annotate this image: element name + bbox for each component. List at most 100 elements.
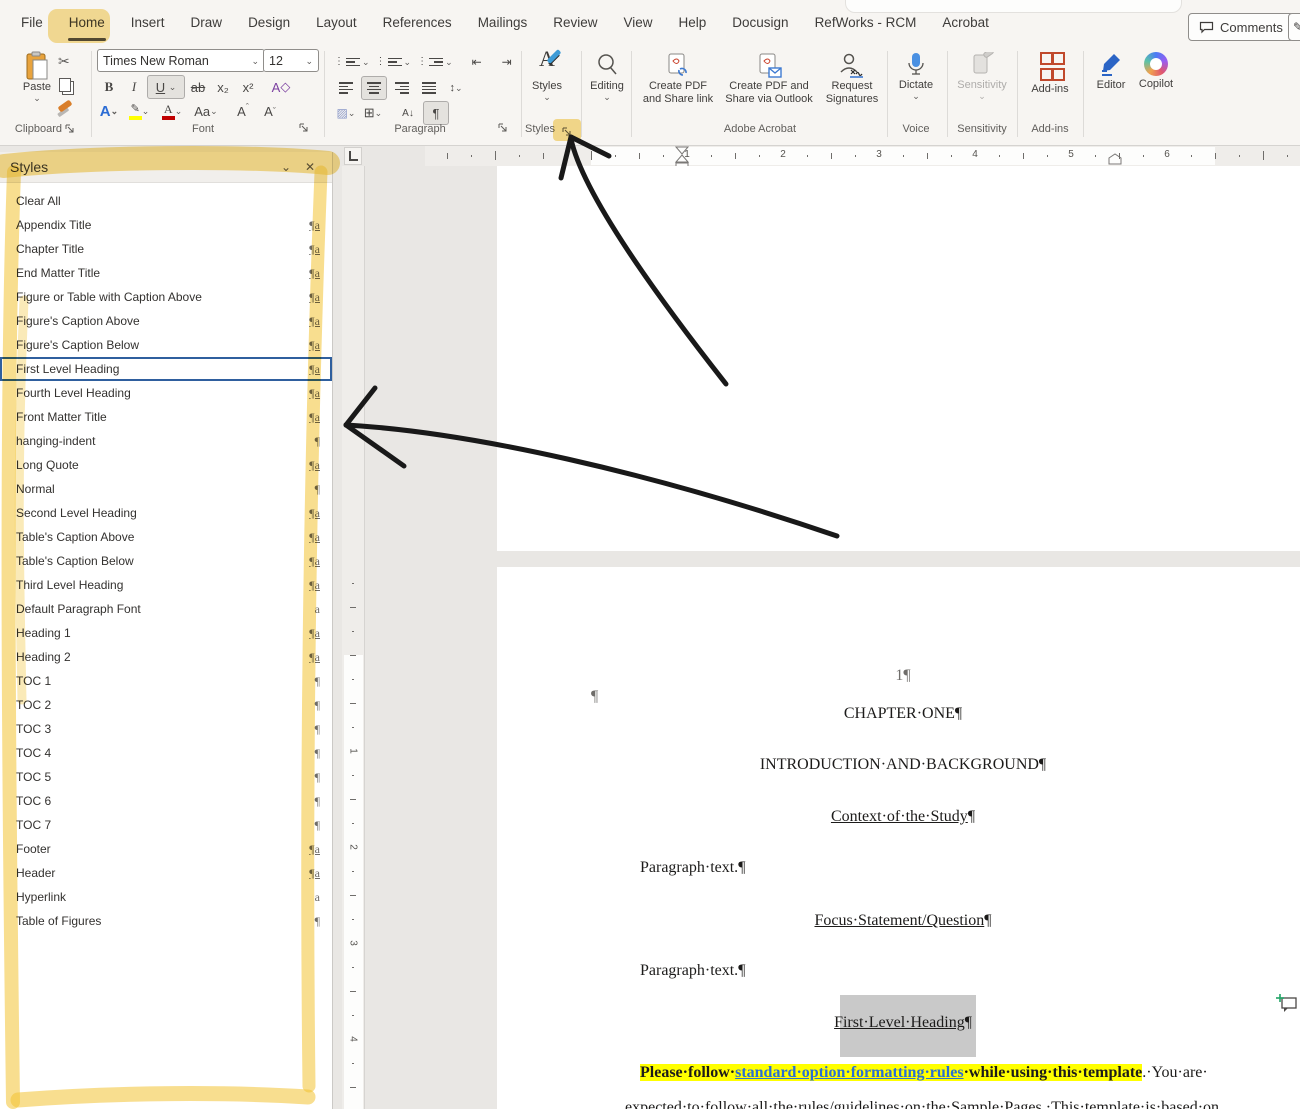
new-comment-indicator-icon[interactable] [1276,993,1298,1015]
chapter-heading[interactable]: CHAPTER·ONE¶ [591,705,1215,723]
style-item-figure-or-table-with-caption-above[interactable]: Figure or Table with Caption Above¶a [0,285,332,309]
paragraph-text-1[interactable]: Paragraph·text.¶ [640,859,745,877]
context-heading[interactable]: Context·of·the·Study¶ [591,808,1215,826]
tab-view[interactable]: View [610,0,665,45]
styles-pane-header[interactable]: Styles ⌄ ✕ [0,152,332,183]
style-item-default-paragraph-font[interactable]: Default Paragraph Fonta [0,597,332,621]
tab-refworks-rcm[interactable]: RefWorks - RCM [802,0,930,45]
italic-button[interactable]: I [122,76,146,98]
document-page-2[interactable]: 1¶ ¶ CHAPTER·ONE¶ INTRODUCTION·AND·BACKG… [497,567,1300,1109]
style-item-toc-5[interactable]: TOC 5¶ [0,765,332,789]
font-dialog-launcher[interactable] [299,123,309,133]
line-spacing-button[interactable]: ↕⌄ [444,77,468,99]
style-item-toc-6[interactable]: TOC 6¶ [0,789,332,813]
dictate-button[interactable]: Dictate ⌄ [894,52,938,100]
style-item-table-of-figures[interactable]: Table of Figures¶ [0,909,332,933]
superscript-button[interactable]: x² [236,76,260,98]
clear-formatting-button[interactable]: A◇ [269,76,293,98]
tab-help[interactable]: Help [666,0,720,45]
editing-button[interactable]: Editing ⌄ [586,52,628,101]
numbering-button[interactable]: ⋮⌄ [376,56,412,68]
tab-review[interactable]: Review [540,0,610,45]
style-item-normal[interactable]: Normal¶ [0,477,332,501]
style-item-appendix-title[interactable]: Appendix Title¶a [0,213,332,237]
style-item-header[interactable]: Header¶a [0,861,332,885]
tab-insert[interactable]: Insert [118,0,178,45]
style-item-long-quote[interactable]: Long Quote¶a [0,453,332,477]
partial-edge-button[interactable]: ✎ [1288,13,1300,41]
cut-button[interactable]: ✂ [58,53,70,70]
copy-button[interactable] [59,78,71,92]
style-item-table-s-caption-above[interactable]: Table's Caption Above¶a [0,525,332,549]
style-item-fourth-level-heading[interactable]: Fourth Level Heading¶a [0,381,332,405]
style-item-heading-1[interactable]: Heading 1¶a [0,621,332,645]
style-item-third-level-heading[interactable]: Third Level Heading¶a [0,573,332,597]
tab-references[interactable]: References [370,0,465,45]
bullets-button[interactable]: ⋮⌄ [334,56,370,68]
align-left-button[interactable] [334,77,358,99]
paste-button[interactable]: Paste ⌄ [14,51,60,102]
style-item-toc-1[interactable]: TOC 1¶ [0,669,332,693]
clipboard-dialog-launcher[interactable] [65,124,75,134]
editor-button[interactable]: Editor [1090,52,1132,92]
style-item-hanging-indent[interactable]: hanging-indent¶ [0,429,332,453]
style-item-figure-s-caption-above[interactable]: Figure's Caption Above¶a [0,309,332,333]
underline-button[interactable]: U ⌄ [147,75,185,99]
tab-layout[interactable]: Layout [303,0,370,45]
paragraph-dialog-launcher[interactable] [498,123,508,133]
font-size-combo[interactable]: 12 ⌄ [263,49,319,72]
decrease-indent-button[interactable]: ⇤ [465,51,489,73]
add-ins-button[interactable]: Add-ins [1024,52,1076,96]
style-item-toc-3[interactable]: TOC 3¶ [0,717,332,741]
subscript-button[interactable]: x₂ [211,76,235,98]
tab-acrobat[interactable]: Acrobat [929,0,1002,45]
request-signatures-button[interactable]: Request Signatures [820,52,884,106]
show-formatting-marks-button[interactable]: ¶ [423,101,449,125]
style-item-second-level-heading[interactable]: Second Level Heading¶a [0,501,332,525]
empty-paragraph-mark[interactable]: ¶ [591,688,598,706]
style-item-table-s-caption-below[interactable]: Table's Caption Below¶a [0,549,332,573]
style-item-front-matter-title[interactable]: Front Matter Title¶a [0,405,332,429]
style-item-heading-2[interactable]: Heading 2¶a [0,645,332,669]
tab-docusign[interactable]: Docusign [719,0,801,45]
style-item-figure-s-caption-below[interactable]: Figure's Caption Below¶a [0,333,332,357]
style-item-hyperlink[interactable]: Hyperlinka [0,885,332,909]
style-item-toc-4[interactable]: TOC 4¶ [0,741,332,765]
font-color-button[interactable]: A ⌄ [157,100,187,122]
multilevel-list-button[interactable]: ⋮⌄ [417,56,453,68]
justify-button[interactable] [417,77,441,99]
close-icon[interactable]: ✕ [298,160,322,174]
change-case-button[interactable]: Aa⌄ [190,100,222,122]
notice-line[interactable]: Please·follow·standard·option·formatting… [640,1064,1208,1082]
focus-heading[interactable]: Focus·Statement/Question¶ [591,912,1215,930]
borders-button[interactable]: ⊞⌄ [361,102,385,124]
create-pdf-share-link-button[interactable]: Create PDF and Share link [636,52,720,106]
page-number-line[interactable]: 1¶ [591,667,1215,685]
first-level-heading-line[interactable]: First·Level·Heading¶ [591,1014,1215,1032]
comments-button[interactable]: Comments [1188,13,1294,41]
font-name-combo[interactable]: Times New Roman ⌄ [97,49,265,72]
style-item-toc-7[interactable]: TOC 7¶ [0,813,332,837]
paragraph-text-2[interactable]: Paragraph·text.¶ [640,962,745,980]
style-item-first-level-heading[interactable]: First Level Heading¶a [0,357,332,381]
style-item-end-matter-title[interactable]: End Matter Title¶a [0,261,332,285]
text-effects-button[interactable]: A⌄ [97,100,121,122]
tab-home[interactable]: Home [56,0,118,45]
style-item-footer[interactable]: Footer¶a [0,837,332,861]
tab-design[interactable]: Design [235,0,303,45]
document-page-1[interactable] [497,166,1300,551]
create-pdf-outlook-button[interactable]: Create PDF and Share via Outlook [722,52,816,106]
align-center-button[interactable] [361,76,387,100]
clipped-bottom-line[interactable]: expected·to·follow·all·the·rules/guideli… [625,1099,1195,1109]
grow-font-button[interactable]: Aˆ [231,100,255,122]
strikethrough-button[interactable]: ab [186,76,210,98]
styles-gallery-button[interactable]: A Styles ⌄ [527,52,567,101]
shading-button[interactable]: ▨⌄ [334,102,358,124]
chapter-title[interactable]: INTRODUCTION·AND·BACKGROUND¶ [591,756,1215,774]
style-item-toc-2[interactable]: TOC 2¶ [0,693,332,717]
tab-draw[interactable]: Draw [178,0,236,45]
tab-mailings[interactable]: Mailings [465,0,541,45]
format-painter-button[interactable] [58,103,72,109]
style-item-chapter-title[interactable]: Chapter Title¶a [0,237,332,261]
bold-button[interactable]: B [97,76,121,98]
